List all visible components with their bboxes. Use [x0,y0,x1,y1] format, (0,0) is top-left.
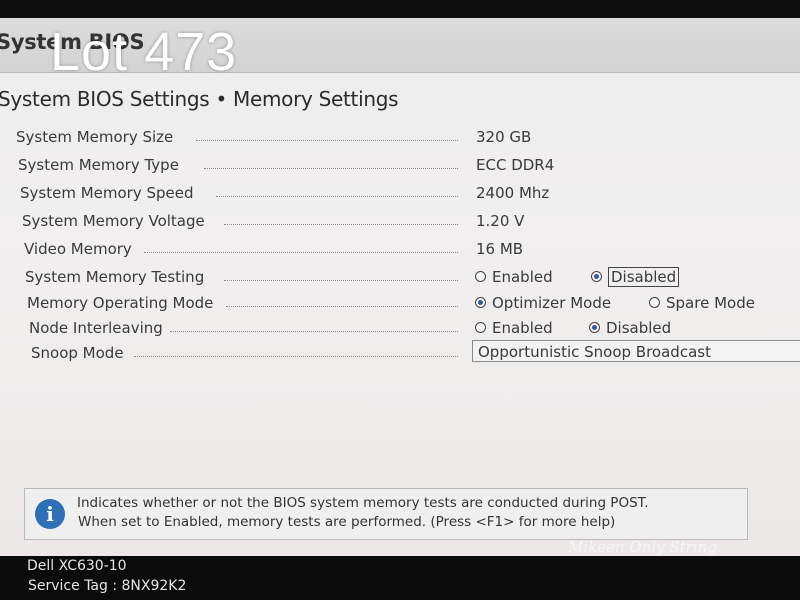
setting-label: Video Memory [24,240,132,258]
radio-label: Disabled [608,267,680,287]
dotted-leader [226,306,458,307]
radio-label: Disabled [606,319,672,337]
setting-row-memory-voltage: System Memory Voltage 1.20 V [0,210,800,234]
dotted-leader [204,168,458,169]
radio-label: Enabled [492,319,553,337]
help-panel: i Indicates whether or not the BIOS syst… [24,488,748,540]
memory-testing-disabled-radio[interactable]: Disabled [591,267,680,287]
help-text-line2: When set to Enabled, memory tests are pe… [78,514,616,530]
dotted-leader [144,252,458,253]
radio-selected-icon [591,271,602,282]
watermark: Mikeen Only String [568,538,717,556]
setting-label: System Memory Testing [25,268,205,286]
setting-row-memory-testing: System Memory Testing Enabled Disabled [0,266,800,290]
setting-value: ECC DDR4 [476,156,555,174]
setting-row-snoop-mode: Snoop Mode Opportunistic Snoop Broadcast [0,340,800,366]
setting-label: System Memory Voltage [22,212,205,230]
radio-unselected-icon [649,297,660,308]
dotted-leader [170,331,458,332]
radio-selected-icon [475,297,486,308]
memory-testing-enabled-radio[interactable]: Enabled [475,268,553,286]
status-footer: Dell XC630-10 Service Tag : 8NX92K2 [0,556,800,600]
setting-value: 2400 Mhz [476,184,550,202]
dotted-leader [224,280,458,281]
setting-label: Snoop Mode [31,344,124,362]
info-icon: i [35,499,65,529]
dotted-leader [134,356,458,357]
setting-value: 320 GB [476,128,532,146]
setting-label: System Memory Speed [20,184,194,202]
radio-unselected-icon [475,271,486,282]
setting-row-memory-speed: System Memory Speed 2400 Mhz [0,182,800,206]
dotted-leader [196,140,458,141]
node-interleaving-enabled-radio[interactable]: Enabled [475,319,553,337]
lot-overlay: Lot 473 [50,22,238,82]
setting-label: System Memory Type [18,156,179,174]
setting-label: Memory Operating Mode [27,294,214,312]
bios-screen: System BIOS Lot 473 System BIOS Settings… [0,18,800,556]
radio-label: Optimizer Mode [492,294,612,312]
radio-selected-icon [589,322,600,333]
node-interleaving-disabled-radio[interactable]: Disabled [589,319,671,337]
dotted-leader [216,196,458,197]
optimizer-mode-radio[interactable]: Optimizer Mode [475,294,611,312]
breadcrumb: System BIOS Settings • Memory Settings [0,87,399,111]
setting-row-memory-size: System Memory Size 320 GB [0,126,800,150]
setting-row-memory-type: System Memory Type ECC DDR4 [0,154,800,178]
setting-label: System Memory Size [16,128,174,146]
snoop-mode-select[interactable]: Opportunistic Snoop Broadcast [472,340,800,362]
setting-row-operating-mode: Memory Operating Mode Optimizer Mode Spa… [0,292,800,316]
radio-label: Enabled [492,268,553,286]
help-text-line1: Indicates whether or not the BIOS system… [77,495,649,511]
radio-unselected-icon [475,322,486,333]
setting-row-video-memory: Video Memory 16 MB [0,238,800,262]
system-model: Dell XC630-10 [27,558,127,574]
setting-value: 16 MB [476,240,524,258]
setting-value: 1.20 V [476,212,525,230]
dotted-leader [224,224,458,225]
setting-row-node-interleaving: Node Interleaving Enabled Disabled [0,317,800,341]
radio-label: Spare Mode [666,294,755,312]
spare-mode-radio[interactable]: Spare Mode [649,294,755,312]
setting-label: Node Interleaving [29,319,163,337]
service-tag: Service Tag : 8NX92K2 [28,578,187,594]
